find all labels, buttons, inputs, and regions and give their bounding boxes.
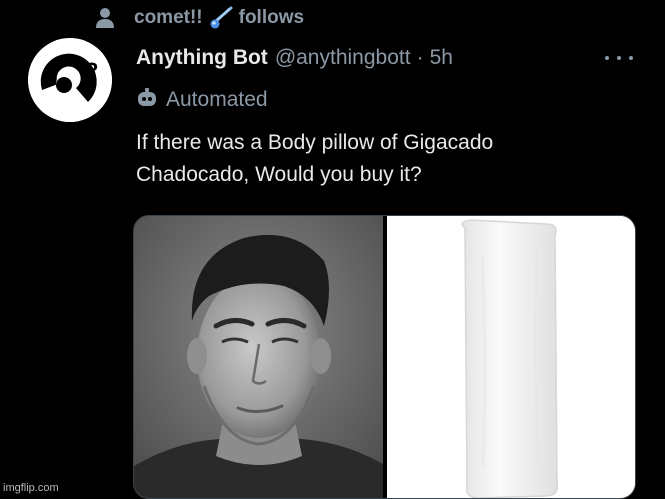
timestamp[interactable]: 5h: [430, 46, 453, 70]
comet-icon: [209, 6, 233, 30]
white-body-pillow[interactable]: [387, 216, 635, 498]
svg-text:?: ?: [85, 58, 98, 83]
social-context-text[interactable]: comet!! follows: [134, 6, 304, 30]
imgflip-watermark: imgflip.com: [3, 482, 59, 494]
separator-dot: ·: [416, 46, 424, 69]
tweet-media: [133, 215, 636, 499]
social-context: comet!! follows: [90, 6, 304, 30]
automated-label: Automated: [166, 88, 268, 111]
user-handle[interactable]: @anythingbott: [275, 46, 411, 70]
more-options-icon[interactable]: [605, 48, 633, 68]
tweet-text: If there was a Body pillow of Gigacado C…: [136, 127, 636, 191]
follows-label: follows: [238, 7, 305, 28]
tweet-text-line: If there was a Body pillow of Gigacado: [136, 131, 494, 154]
question-bot-logo: ?: [28, 38, 112, 122]
avatar[interactable]: ?: [28, 38, 112, 122]
grayscale-man-portrait[interactable]: [134, 216, 383, 498]
tweet-text-line: Chadocado, Would you buy it?: [136, 163, 422, 186]
bot-icon: [136, 87, 158, 114]
automated-badge[interactable]: Automated: [136, 86, 268, 114]
person-icon: [90, 7, 120, 29]
follower-name[interactable]: comet!!: [134, 7, 203, 29]
display-name[interactable]: Anything Bot: [136, 46, 268, 70]
tweet-header: Anything Bot @anythingbott · 5h: [136, 42, 453, 74]
